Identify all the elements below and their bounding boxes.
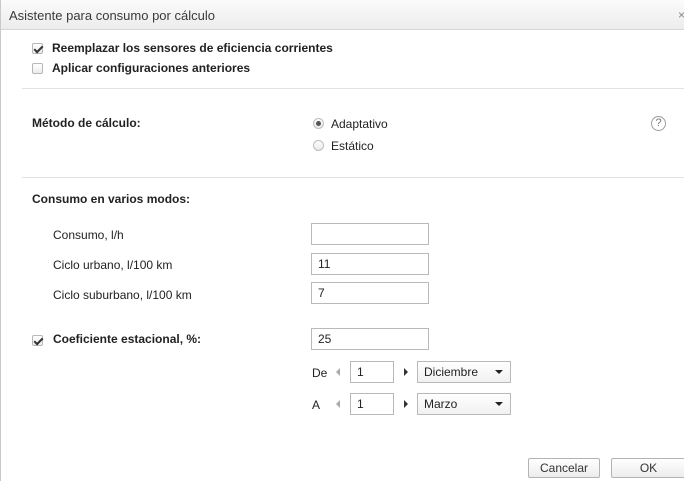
apply-previous-checkbox[interactable]: [32, 63, 43, 74]
consumption-input[interactable]: [311, 223, 429, 245]
ok-button[interactable]: OK: [611, 458, 684, 478]
consumption-label: Consumo, l/h: [53, 228, 124, 242]
to-month-value: Marzo: [424, 397, 458, 411]
method-label: Método de cálculo:: [32, 116, 141, 130]
cancel-button[interactable]: Cancelar: [528, 458, 600, 478]
urban-cycle-input[interactable]: 11: [311, 253, 429, 275]
from-month-select[interactable]: Diciembre: [417, 361, 511, 383]
to-day-input[interactable]: 1: [350, 393, 394, 415]
seasonal-input[interactable]: 25: [311, 328, 429, 350]
adaptive-radio[interactable]: [313, 118, 324, 129]
replace-sensors-label[interactable]: Reemplazar los sensores de eficiencia co…: [52, 41, 333, 55]
seasonal-checkbox[interactable]: [32, 335, 43, 346]
to-increment-icon[interactable]: [404, 400, 408, 408]
suburban-cycle-label: Ciclo suburbano, l/100 km: [53, 288, 192, 302]
question-circle-icon[interactable]: ?: [651, 116, 666, 131]
apply-previous-label[interactable]: Aplicar configuraciones anteriores: [52, 61, 250, 75]
to-label: A: [312, 398, 321, 412]
dialog-title: Asistente para consumo por cálculo: [9, 8, 215, 23]
to-month-select[interactable]: Marzo: [417, 393, 511, 415]
from-month-value: Diciembre: [424, 365, 479, 379]
from-day-input[interactable]: 1: [350, 361, 394, 383]
adaptive-label[interactable]: Adaptativo: [331, 117, 388, 131]
from-label: De: [312, 366, 328, 380]
static-radio[interactable]: [313, 140, 324, 151]
from-decrement-icon[interactable]: [336, 368, 340, 376]
replace-sensors-checkbox[interactable]: [32, 43, 43, 54]
chevron-down-icon: [495, 370, 503, 374]
urban-cycle-label: Ciclo urbano, l/100 km: [53, 258, 173, 272]
dialog-titlebar: Asistente para consumo por cálculo ×: [1, 0, 684, 30]
chevron-down-icon: [495, 402, 503, 406]
close-icon[interactable]: ×: [678, 8, 684, 22]
consumption-section-label: Consumo en varios modos:: [32, 192, 191, 206]
seasonal-label[interactable]: Coeficiente estacional, %:: [53, 332, 201, 346]
static-label[interactable]: Estático: [331, 139, 374, 153]
separator: [22, 88, 684, 89]
calculation-consumption-dialog: Asistente para consumo por cálculo × Ree…: [0, 0, 684, 481]
suburban-cycle-input[interactable]: 7: [311, 282, 429, 304]
from-increment-icon[interactable]: [404, 368, 408, 376]
to-decrement-icon[interactable]: [336, 400, 340, 408]
separator: [22, 177, 684, 178]
